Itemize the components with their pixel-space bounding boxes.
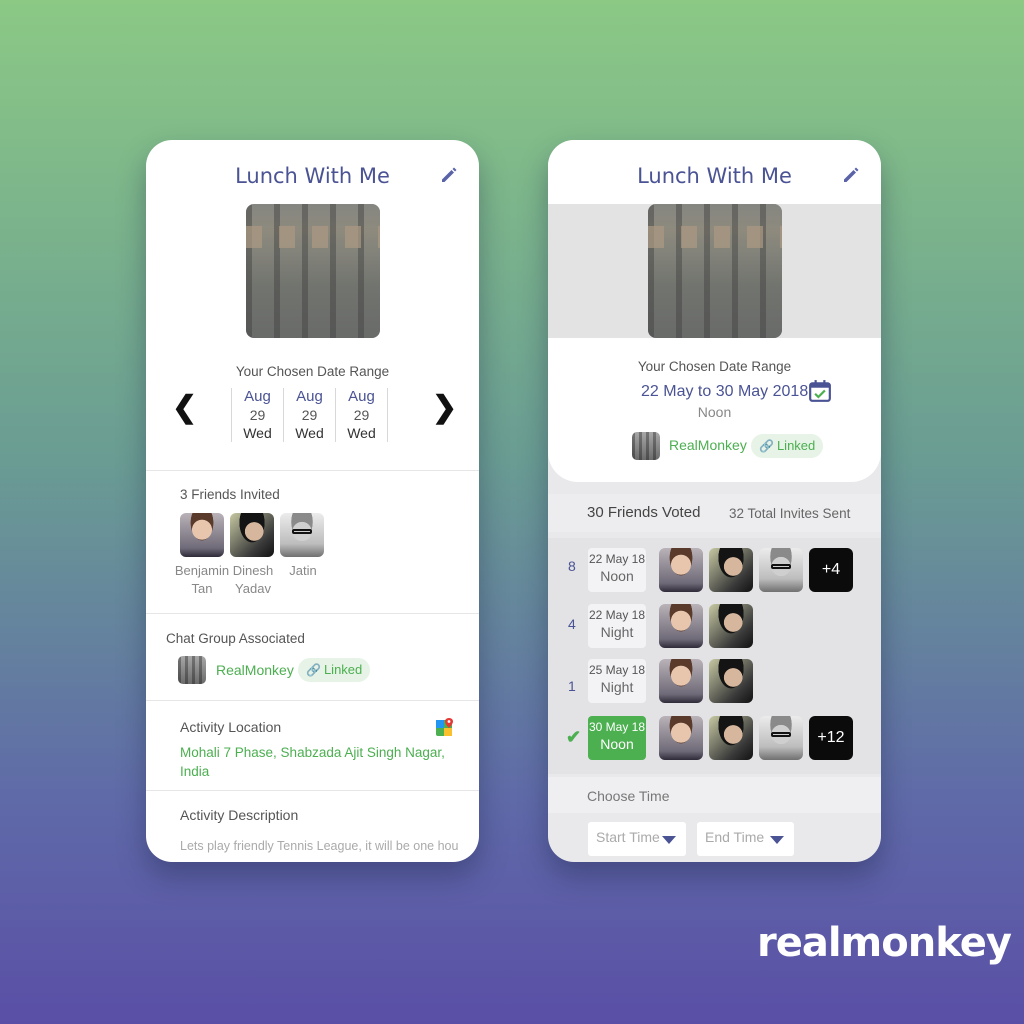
chevron-right-icon[interactable]: ❯ [432,390,457,425]
vote-option[interactable]: 25 May 18 Night [588,659,646,703]
total-invites-label: 32 Total Invites Sent [729,506,851,521]
edit-icon[interactable] [439,164,459,184]
avatar[interactable] [709,716,753,760]
time-of-day: Noon [697,404,732,420]
avatar[interactable] [709,548,753,592]
vote-option-selected[interactable]: 30 May 18 Noon [588,716,646,760]
activity-description-label: Activity Description [180,807,299,823]
chevron-down-icon [770,836,784,844]
linked-badge: 🔗 Linked [751,434,824,458]
choose-time-label: Choose Time [587,788,670,804]
divider [146,613,479,614]
start-time-select[interactable]: Start Time [588,822,686,856]
chat-group-name[interactable]: RealMonkey [669,437,747,453]
divider [146,700,479,701]
vote-count: 8 [568,558,576,574]
avatar[interactable] [180,513,224,557]
chevron-left-icon[interactable]: ❮ [172,390,197,425]
friend-name: Jatin [289,563,317,578]
more-voters-badge[interactable]: +12 [809,716,853,760]
avatar[interactable] [759,716,803,760]
check-icon: ✔ [566,727,582,747]
calendar-icon[interactable] [808,379,832,403]
avatar[interactable] [659,659,703,703]
edit-icon[interactable] [841,164,861,184]
avatar[interactable] [659,716,703,760]
group-thumbnail [178,656,206,684]
left-phone-screen: Lunch With Me Your Chosen Date Range ❮ A… [146,140,479,862]
link-icon: 🔗 [306,663,321,677]
date-column[interactable]: Aug 29 Wed [335,388,388,442]
avatar[interactable] [759,548,803,592]
brand-logo: realmonkey [757,920,1012,966]
avatar[interactable] [709,659,753,703]
divider [146,790,479,791]
event-image [648,204,782,338]
avatar[interactable] [280,513,324,557]
map-pin-icon[interactable] [435,717,455,737]
chat-group-name[interactable]: RealMonkey [216,662,294,678]
date-range-label: Your Chosen Date Range [235,364,390,379]
more-voters-badge[interactable]: +4 [809,548,853,592]
avatar[interactable] [230,513,274,557]
link-icon: 🔗 [759,439,774,453]
activity-description-value: Lets play friendly Tennis League, it wil… [180,839,459,853]
group-thumbnail [632,432,660,460]
vote-count: 1 [568,678,576,694]
date-column[interactable]: Aug 29 Wed [231,388,283,442]
avatar[interactable] [709,604,753,648]
friends-voted-label: 30 Friends Voted [587,504,701,521]
page-title: Lunch With Me [235,164,390,188]
activity-location-label: Activity Location [180,719,282,735]
page-title: Lunch With Me [637,164,792,188]
right-phone-screen: Lunch With Me Your Chosen Date Range 22 … [548,140,881,862]
avatar[interactable] [659,548,703,592]
date-column[interactable]: Aug 29 Wed [283,388,335,442]
vote-count: 4 [568,616,576,632]
linked-badge: 🔗 Linked [298,658,371,682]
vote-option[interactable]: 22 May 18 Noon [588,548,646,592]
end-time-select[interactable]: End Time [697,822,794,856]
date-range-label: Your Chosen Date Range [637,359,792,374]
avatar[interactable] [659,604,703,648]
divider [146,470,479,471]
activity-location-value: Mohali 7 Phase, Shabzada Ajit Singh Naga… [180,745,445,779]
friends-invited-label: 3 Friends Invited [180,487,280,502]
chevron-down-icon [662,836,676,844]
date-range-value: 22 May to 30 May 2018 [641,383,809,400]
chat-group-label: Chat Group Associated [166,631,305,646]
vote-option[interactable]: 22 May 18 Night [588,604,646,648]
event-image [246,204,380,338]
